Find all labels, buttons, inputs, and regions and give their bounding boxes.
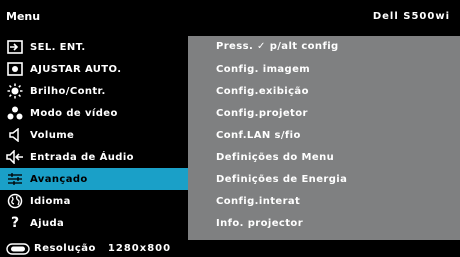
input-source-icon — [0, 40, 30, 54]
submenu-item-power-settings[interactable]: Definições de Energia — [216, 174, 347, 185]
menu-item-language[interactable]: Idioma — [0, 190, 188, 212]
advanced-settings-icon — [0, 172, 30, 186]
menu-item-label: Modo de vídeo — [30, 107, 118, 119]
main-menu: SEL. ENT. AJUSTAR AUTO. Brilho/Contr. Mo… — [0, 36, 188, 240]
menu-item-label: Brilho/Contr. — [30, 85, 106, 97]
menu-item-label: Volume — [30, 129, 75, 141]
submenu-item-press-to-change[interactable]: Press. ✓ p/alt config — [216, 41, 339, 52]
speaker-icon — [0, 128, 30, 142]
submenu-item-wireless-lan[interactable]: Conf.LAN s/fio — [216, 130, 301, 141]
projector-osd-menu: Menu Dell S500wi SEL. ENT. AJUSTAR AUTO.… — [0, 0, 460, 257]
menu-item-brightness-contrast[interactable]: Brilho/Contr. — [0, 80, 188, 102]
menu-title: Menu — [6, 10, 41, 23]
submenu-item-menu-settings[interactable]: Definições do Menu — [216, 152, 334, 163]
menu-item-volume[interactable]: Volume — [0, 124, 188, 146]
brightness-icon — [0, 83, 30, 99]
menu-item-label: Ajuda — [30, 217, 65, 229]
submenu-item-interactive-settings[interactable]: Config.interat — [216, 196, 300, 207]
menu-item-video-mode[interactable]: Modo de vídeo — [0, 102, 188, 124]
language-icon — [0, 193, 30, 209]
menu-item-auto-adjust[interactable]: AJUSTAR AUTO. — [0, 58, 188, 80]
submenu-item-image-settings[interactable]: Config. imagem — [216, 64, 310, 75]
menu-item-advanced[interactable]: Avançado — [0, 168, 188, 190]
menu-item-label: Avançado — [30, 173, 88, 185]
help-icon: ? — [10, 215, 20, 231]
status-bar: Resolução 1280x800 — [0, 240, 460, 257]
menu-item-label: AJUSTAR AUTO. — [30, 63, 122, 75]
model-name: Dell S500wi — [372, 11, 450, 22]
resolution-label: Resolução — [34, 243, 96, 254]
menu-item-audio-input[interactable]: Entrada de Áudio — [0, 146, 188, 168]
menu-item-label: Idioma — [30, 195, 71, 207]
advanced-submenu: Press. ✓ p/alt config Config. imagem Con… — [188, 36, 460, 240]
menu-item-help[interactable]: ? Ajuda — [0, 212, 188, 234]
resolution-value: 1280x800 — [107, 243, 172, 254]
video-mode-icon — [0, 106, 30, 120]
audio-input-icon — [0, 150, 30, 164]
menu-item-label: Entrada de Áudio — [30, 151, 134, 163]
submenu-item-projector-settings[interactable]: Config.projetor — [216, 108, 308, 119]
menu-item-label: SEL. ENT. — [30, 41, 86, 53]
resolution-icon — [6, 242, 30, 255]
menu-item-input-source[interactable]: SEL. ENT. — [0, 36, 188, 58]
auto-adjust-icon — [0, 62, 30, 76]
submenu-item-display-settings[interactable]: Config.exibição — [216, 86, 309, 97]
osd-header: Menu Dell S500wi — [0, 0, 460, 36]
submenu-item-projector-info[interactable]: Info. projector — [216, 218, 303, 229]
